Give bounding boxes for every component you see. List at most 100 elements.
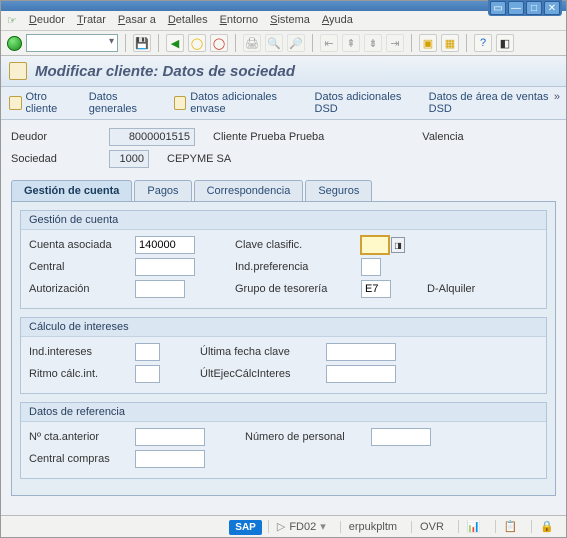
input-ind-intereses[interactable] bbox=[135, 343, 160, 361]
status-system[interactable]: erpukpltm bbox=[340, 521, 405, 533]
status-icon-2[interactable]: 📋 bbox=[495, 520, 526, 533]
btn-datos-generales[interactable]: Datos generales bbox=[89, 91, 160, 115]
label-clave-clasific: Clave clasific. bbox=[235, 239, 355, 251]
input-ind-preferencia[interactable] bbox=[361, 258, 381, 276]
btn-area-ventas-dsd[interactable]: Datos de área de ventas DSD bbox=[429, 91, 558, 115]
text-grupo-tesoreria: D-Alquiler bbox=[427, 283, 475, 295]
print-icon: 🖨 bbox=[243, 34, 261, 52]
btn-datos-dsd-label: Datos adicionales DSD bbox=[315, 91, 415, 115]
next-page-icon: ⇟ bbox=[364, 34, 382, 52]
text-deudor-city: Valencia bbox=[422, 131, 463, 143]
label-cuenta-asociada: Cuenta asociada bbox=[29, 239, 129, 251]
btn-datos-generales-label: Datos generales bbox=[89, 91, 160, 115]
label-central-compras: Central compras bbox=[29, 453, 129, 465]
status-icon-1[interactable]: 📊 bbox=[458, 520, 489, 533]
text-deudor-name: Cliente Prueba Prueba bbox=[213, 131, 324, 143]
standard-toolbar: 💾 ◀ ◯ ◯ 🖨 🔍 🔎 ⇤ ⇞ ⇟ ⇥ ▣ ▦ ? ◧ bbox=[1, 31, 566, 56]
close-button[interactable]: ✕ bbox=[544, 1, 560, 15]
menu-tratar[interactable]: Tratar bbox=[77, 14, 106, 27]
label-ncta-anterior: Nº cta.anterior bbox=[29, 431, 129, 443]
tab-panel: Gestión de cuenta Cuenta asociada Centra… bbox=[11, 202, 556, 496]
shortcut-icon[interactable]: ▦ bbox=[441, 34, 459, 52]
btn-otro-cliente[interactable]: Otro cliente bbox=[9, 91, 75, 115]
input-central[interactable] bbox=[135, 258, 195, 276]
label-autorizacion: Autorización bbox=[29, 283, 129, 295]
prev-page-icon: ⇞ bbox=[342, 34, 360, 52]
menu-entorno[interactable]: Entorno bbox=[220, 14, 259, 27]
menu-icon[interactable]: ☞ bbox=[7, 14, 17, 27]
save-icon[interactable]: 💾 bbox=[133, 34, 151, 52]
group-gestion-cuenta: Gestión de cuenta Cuenta asociada Centra… bbox=[20, 210, 547, 309]
cancel-icon[interactable]: ◯ bbox=[210, 34, 228, 52]
layout-icon[interactable]: ◧ bbox=[496, 34, 514, 52]
status-bar: SAP ▷FD02▾ erpukpltm OVR 📊 📋 🔒 bbox=[1, 515, 566, 537]
input-ritmo-calc[interactable] bbox=[135, 365, 160, 383]
label-ind-preferencia: Ind.preferencia bbox=[235, 261, 355, 273]
tabstrip: Gestión de cuenta Pagos Correspondencia … bbox=[11, 180, 556, 202]
field-deudor: 8000001515 bbox=[109, 128, 195, 146]
input-central-compras[interactable] bbox=[135, 450, 205, 468]
maximize-button[interactable]: □ bbox=[526, 1, 542, 15]
new-session-icon[interactable]: ▣ bbox=[419, 34, 437, 52]
input-autorizacion[interactable] bbox=[135, 280, 185, 298]
input-numero-personal[interactable] bbox=[371, 428, 431, 446]
last-page-icon: ⇥ bbox=[386, 34, 404, 52]
btn-area-ventas-dsd-label: Datos de área de ventas DSD bbox=[429, 91, 558, 115]
sap-logo: SAP bbox=[229, 520, 262, 535]
exit-icon[interactable]: ◯ bbox=[188, 34, 206, 52]
page-title-bar: Modificar cliente: Datos de sociedad bbox=[1, 56, 566, 87]
menu-ayuda[interactable]: Ayuda bbox=[322, 14, 353, 27]
tab-pagos[interactable]: Pagos bbox=[134, 180, 191, 201]
group-datos-referencia: Datos de referencia Nº cta.anterior Cent… bbox=[20, 402, 547, 479]
menu-deudor[interactable]: DDeudoreudor bbox=[29, 14, 65, 27]
find-icon: 🔍 bbox=[265, 34, 283, 52]
input-ultima-fecha[interactable] bbox=[326, 343, 396, 361]
label-sociedad: Sociedad bbox=[11, 153, 101, 165]
first-page-icon: ⇤ bbox=[320, 34, 338, 52]
application-toolbar: Otro cliente Datos generales Datos adici… bbox=[1, 87, 566, 120]
input-cuenta-asociada[interactable] bbox=[135, 236, 195, 254]
field-sociedad: 1000 bbox=[109, 150, 149, 168]
btn-datos-envase[interactable]: Datos adicionales envase bbox=[174, 91, 301, 115]
text-sociedad-name: CEPYME SA bbox=[167, 153, 231, 165]
page-title: Modificar cliente: Datos de sociedad bbox=[35, 63, 295, 80]
label-central: Central bbox=[29, 261, 129, 273]
input-ncta-anterior[interactable] bbox=[135, 428, 205, 446]
enter-button[interactable] bbox=[7, 36, 22, 51]
minimize-button[interactable]: — bbox=[508, 1, 524, 15]
label-numero-personal: Número de personal bbox=[245, 431, 365, 443]
menu-detalles[interactable]: Detalles bbox=[168, 14, 208, 27]
user-icon bbox=[9, 96, 22, 110]
tab-seguros[interactable]: Seguros bbox=[305, 180, 372, 201]
group-title-referencia: Datos de referencia bbox=[21, 403, 546, 422]
tab-gestion-cuenta[interactable]: Gestión de cuenta bbox=[11, 180, 132, 201]
status-lock-icon[interactable]: 🔒 bbox=[531, 520, 562, 533]
content-area: Deudor 8000001515 Cliente Prueba Prueba … bbox=[1, 120, 566, 515]
menu-sistema[interactable]: Sistema bbox=[270, 14, 310, 27]
help-icon[interactable]: ? bbox=[474, 34, 492, 52]
input-grupo-tesoreria[interactable] bbox=[361, 280, 391, 298]
find-next-icon: 🔎 bbox=[287, 34, 305, 52]
btn-datos-dsd[interactable]: Datos adicionales DSD bbox=[315, 91, 415, 115]
status-tcode[interactable]: ▷FD02▾ bbox=[268, 520, 334, 533]
label-ind-intereses: Ind.intereses bbox=[29, 346, 129, 358]
window-menu-button[interactable]: ▭ bbox=[490, 1, 506, 15]
label-ultima-fecha: Última fecha clave bbox=[200, 346, 320, 358]
input-clave-clasific[interactable] bbox=[361, 236, 389, 254]
label-deudor: Deudor bbox=[11, 131, 101, 143]
command-field[interactable] bbox=[26, 34, 118, 52]
menu-bar: ☞ DDeudoreudor Tratar Pasar a Detalles E… bbox=[1, 11, 566, 31]
status-mode: OVR bbox=[411, 521, 452, 533]
menu-pasar[interactable]: Pasar a bbox=[118, 14, 156, 27]
btn-otro-cliente-label: Otro cliente bbox=[26, 91, 75, 115]
input-ult-ejec[interactable] bbox=[326, 365, 396, 383]
tab-correspondencia[interactable]: Correspondencia bbox=[194, 180, 304, 201]
f4-help-icon[interactable]: ◨ bbox=[391, 237, 405, 253]
back-icon[interactable]: ◀ bbox=[166, 34, 184, 52]
label-ult-ejec: ÚltEjecCálcInteres bbox=[200, 368, 320, 380]
label-ritmo-calc: Ritmo cálc.int. bbox=[29, 368, 129, 380]
more-tools-icon[interactable]: » bbox=[554, 91, 560, 103]
label-grupo-tesoreria: Grupo de tesorería bbox=[235, 283, 355, 295]
page-title-icon bbox=[9, 62, 27, 80]
window-titlebar: ▭ — □ ✕ bbox=[1, 1, 566, 11]
